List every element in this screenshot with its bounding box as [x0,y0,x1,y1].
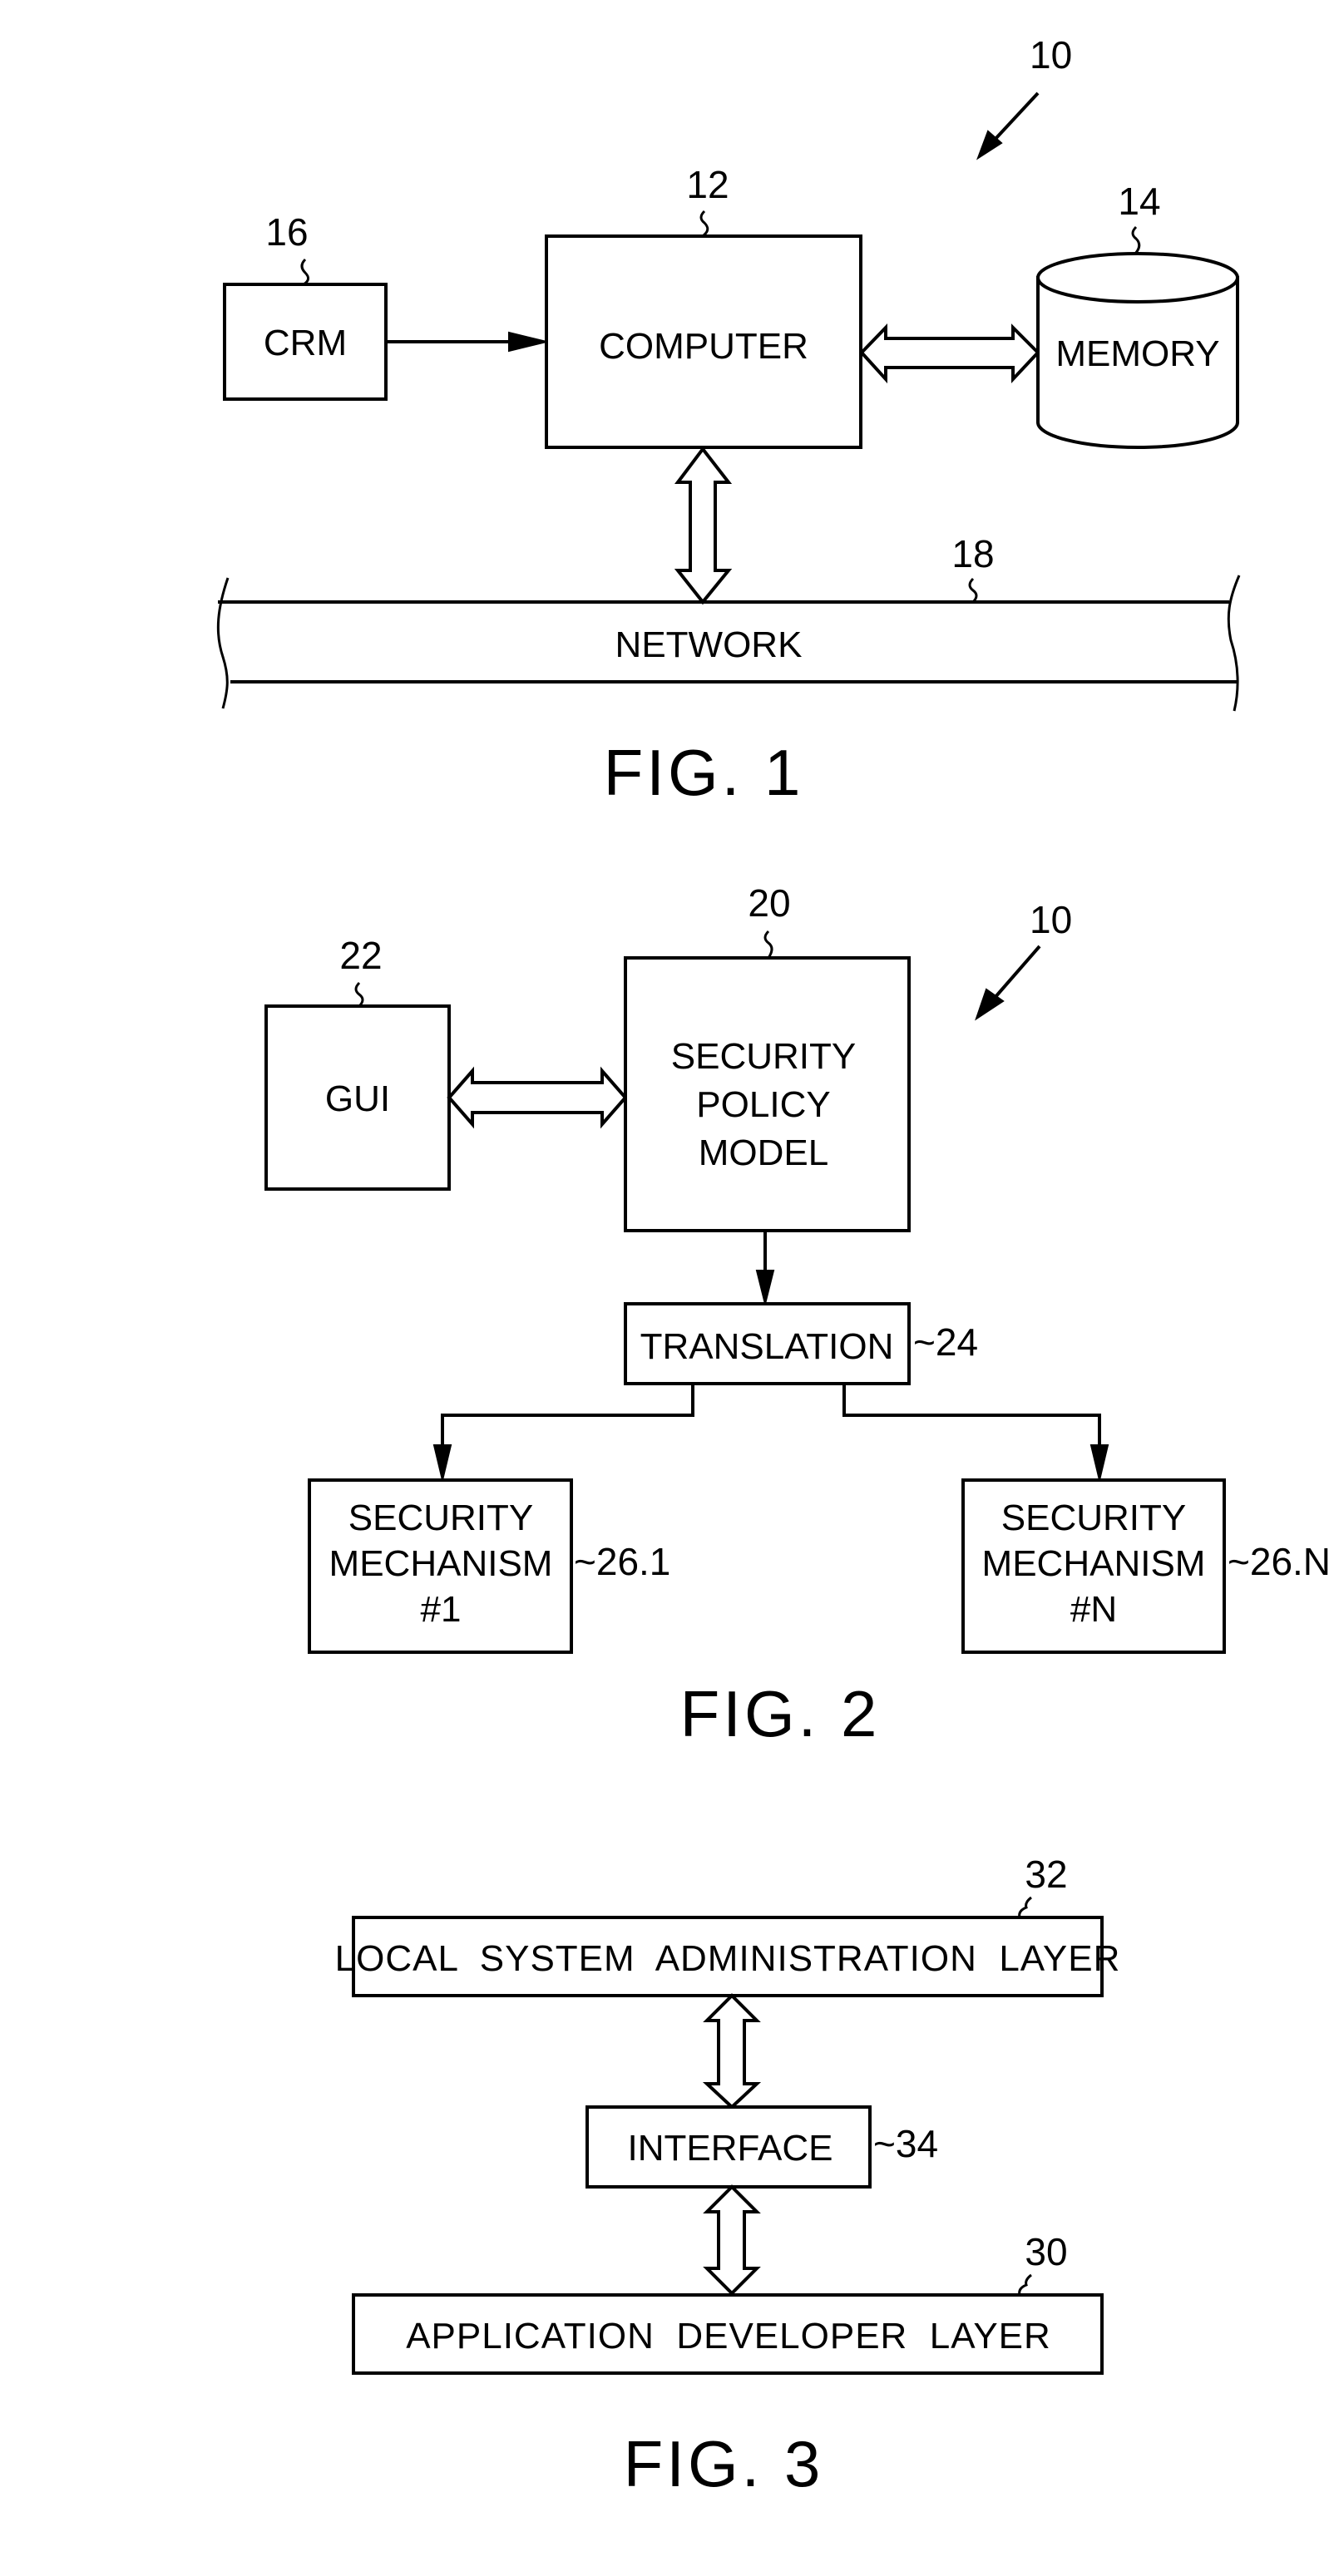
network-ref: 18 [951,532,994,575]
computer-leader [699,210,709,237]
interface-label: INTERFACE [628,2128,833,2169]
gui-leader [354,981,364,1008]
memory-label: MEMORY [1055,333,1219,374]
policy-model-ref: 20 [748,881,790,925]
security-mechanism-1-block: SECURITY MECHANISM #1 ~26.1 [308,1478,670,1654]
network-left-break [216,577,230,709]
admin-interface-double-arrow [702,1993,762,2110]
local-admin-layer-label: LOCAL SYSTEM ADMINISTRATION LAYER [335,1938,1121,1979]
network-leader [968,577,978,604]
memory-block: 14 MEMORY [1036,180,1239,449]
fig2-system-ref: 10 [1030,898,1072,941]
memory-ref: 14 [1118,180,1160,223]
fig1-caption: FIG. 1 [604,736,804,809]
network-label: NETWORK [615,624,803,665]
translation-to-mechanism-1-arrow [432,1384,694,1481]
fig3: 32 LOCAL SYSTEM ADMINISTRATION LAYER INT… [335,1853,1121,2500]
crm-to-computer-arrow [386,331,547,353]
local-admin-layer-leader [1018,1896,1032,1918]
computer-network-double-arrow [674,446,733,605]
mechanism-n-line-3: #N [1070,1589,1117,1630]
computer-memory-double-arrow [859,323,1040,384]
crm-ref: 16 [265,210,308,254]
patent-drawing-sheet: 10 16 CRM 12 COMPUTER 14 MEMORY 18 NETWO… [216,33,1331,2500]
gui-label: GUI [325,1078,390,1119]
mechanism-1-line-2: MECHANISM [329,1543,553,1584]
crm-block: 16 CRM [223,210,388,401]
mechanism-1-ref: ~26.1 [574,1540,670,1583]
gui-block: 22 GUI [264,934,451,1191]
crm-leader [300,258,309,286]
policy-model-line-1: SECURITY [671,1036,856,1077]
security-mechanism-n-block: SECURITY MECHANISM #N ~26.N [961,1478,1331,1654]
mechanism-1-line-1: SECURITY [348,1498,533,1538]
translation-to-mechanism-n-arrow [842,1384,1109,1481]
gui-policy-double-arrow [447,1066,628,1129]
local-admin-layer-ref: 32 [1025,1853,1067,1896]
policy-to-translation-arrow [755,1231,775,1305]
app-dev-layer-leader [1018,2273,1032,2296]
mechanism-n-ref: ~26.N [1228,1540,1331,1583]
policy-model-leader [763,930,773,959]
interface-appdev-double-arrow [703,2184,761,2296]
network-right-break [1227,575,1241,712]
mechanism-n-line-1: SECURITY [1001,1498,1186,1538]
gui-ref: 22 [339,934,382,977]
mechanism-1-line-3: #1 [421,1589,462,1630]
fig2: 10 22 GUI 20 SECURITY POLICY MODEL TRANS… [264,881,1331,1750]
policy-model-line-3: MODEL [699,1133,828,1173]
translation-label: TRANSLATION [640,1326,894,1367]
fig1: 10 16 CRM 12 COMPUTER 14 MEMORY 18 NETWO… [216,33,1241,809]
fig2-caption: FIG. 2 [680,1677,881,1750]
mechanism-n-line-2: MECHANISM [982,1543,1206,1584]
fig2-system-pointer-arrow [975,945,1041,1021]
app-dev-layer-ref: 30 [1025,2230,1067,2273]
fig1-system-pointer-arrow [976,91,1040,160]
memory-leader [1131,225,1141,255]
policy-model-line-2: POLICY [696,1084,830,1125]
computer-block: 12 COMPUTER [545,163,862,449]
app-dev-layer-label: APPLICATION DEVELOPER LAYER [406,2316,1051,2356]
crm-label: CRM [264,323,347,363]
translation-block: TRANSLATION ~24 [624,1302,978,1385]
local-system-admin-layer-block: 32 LOCAL SYSTEM ADMINISTRATION LAYER [335,1853,1121,1997]
interface-ref: ~34 [873,2122,938,2165]
fig1-system-ref: 10 [1030,33,1072,76]
computer-ref: 12 [686,163,729,206]
network-block: 18 NETWORK [216,532,1241,712]
translation-ref: ~24 [913,1320,978,1364]
interface-block: INTERFACE ~34 [585,2105,938,2189]
fig3-caption: FIG. 3 [624,2427,824,2500]
security-policy-model-block: 20 SECURITY POLICY MODEL [624,881,911,1232]
computer-label: COMPUTER [599,326,808,367]
